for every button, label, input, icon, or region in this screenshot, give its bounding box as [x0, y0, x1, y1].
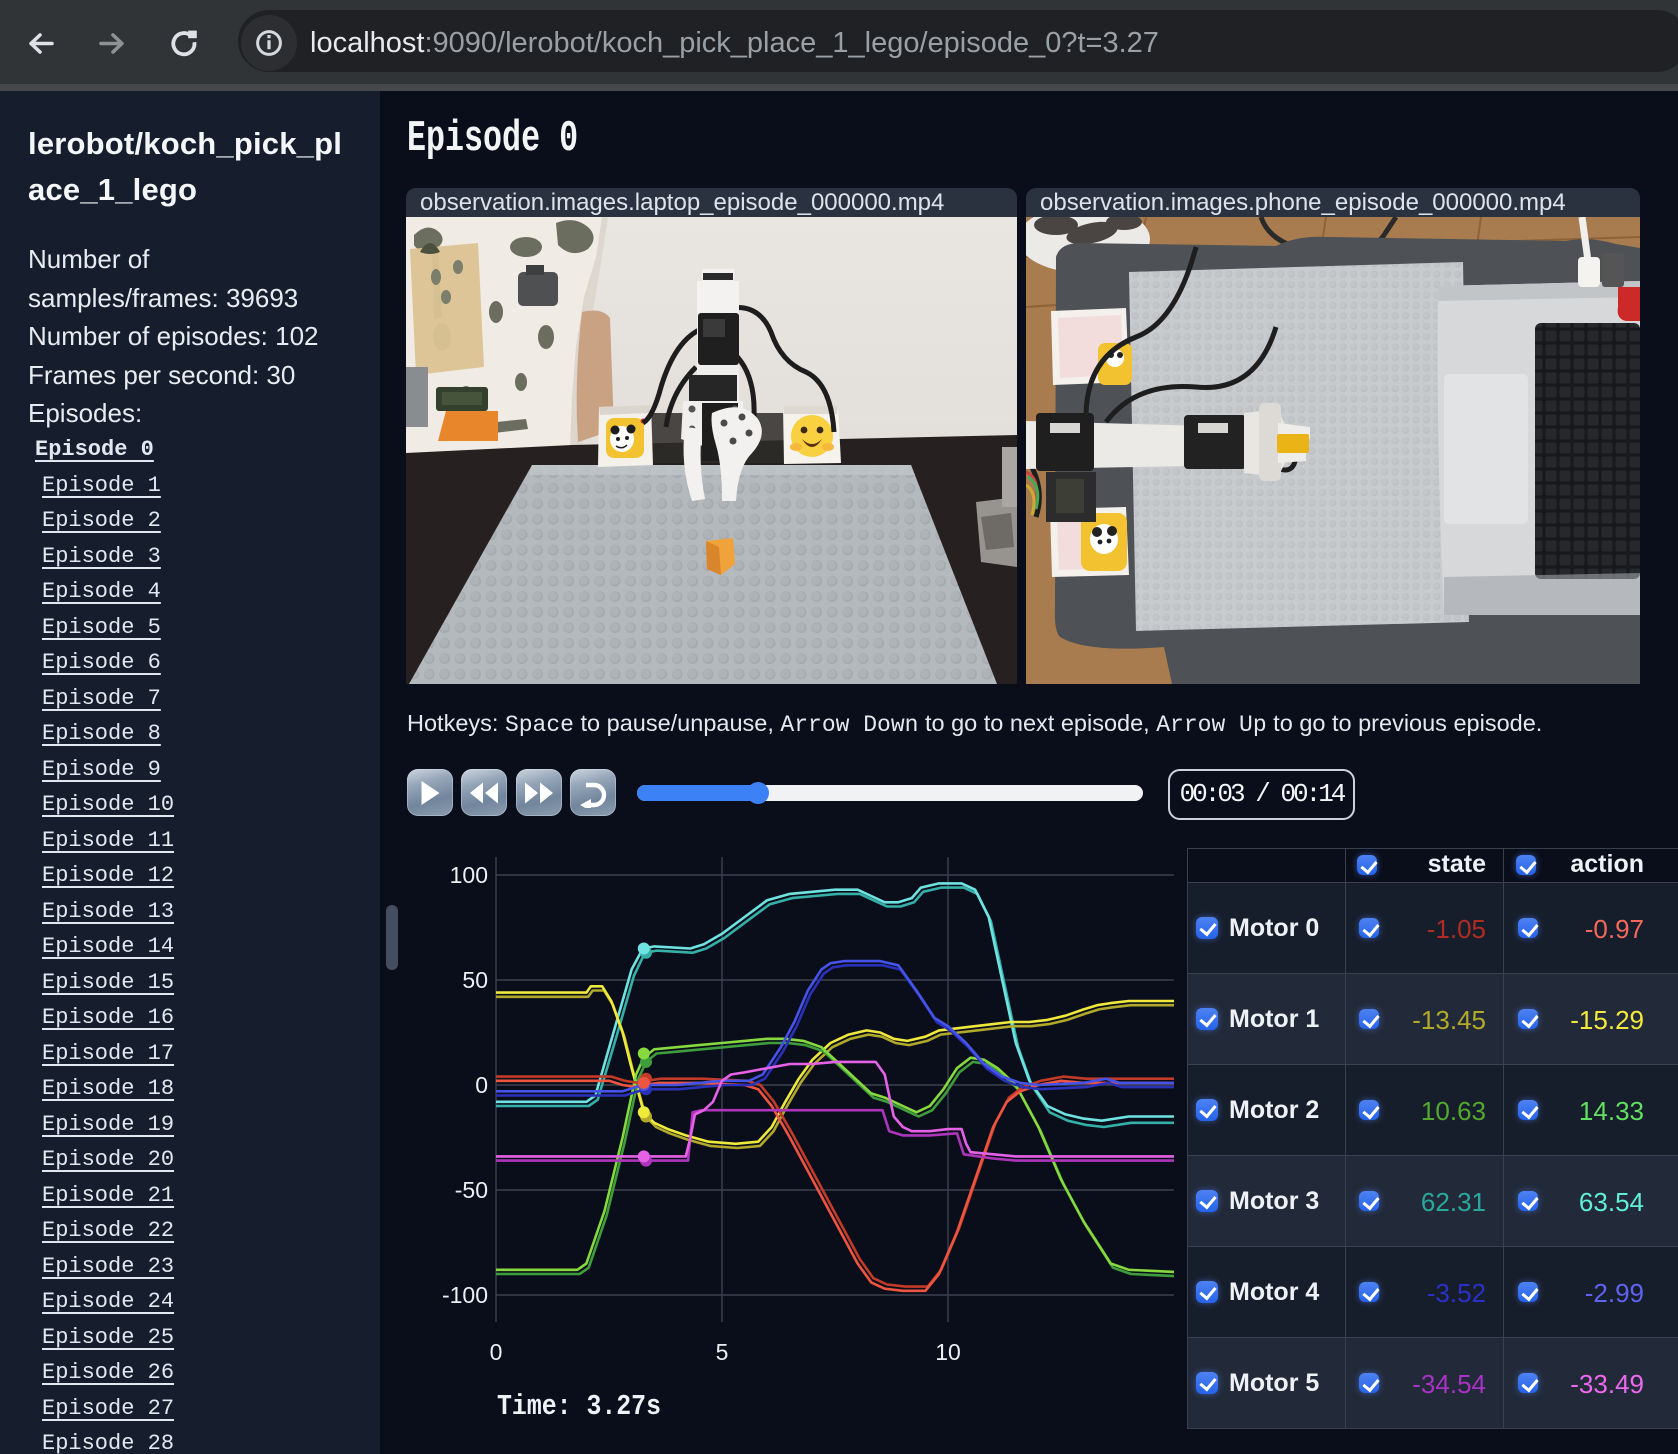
svg-text:-100: -100 — [442, 1282, 488, 1308]
svg-text:5: 5 — [716, 1339, 729, 1365]
svg-text:0: 0 — [475, 1072, 488, 1098]
svg-text:100: 100 — [450, 862, 488, 888]
svg-text:Time: 3.27s: Time: 3.27s — [497, 1390, 661, 1423]
svg-text:-50: -50 — [455, 1177, 488, 1203]
svg-text:50: 50 — [462, 967, 488, 993]
svg-text:0: 0 — [490, 1339, 503, 1365]
svg-text:10: 10 — [935, 1339, 961, 1365]
